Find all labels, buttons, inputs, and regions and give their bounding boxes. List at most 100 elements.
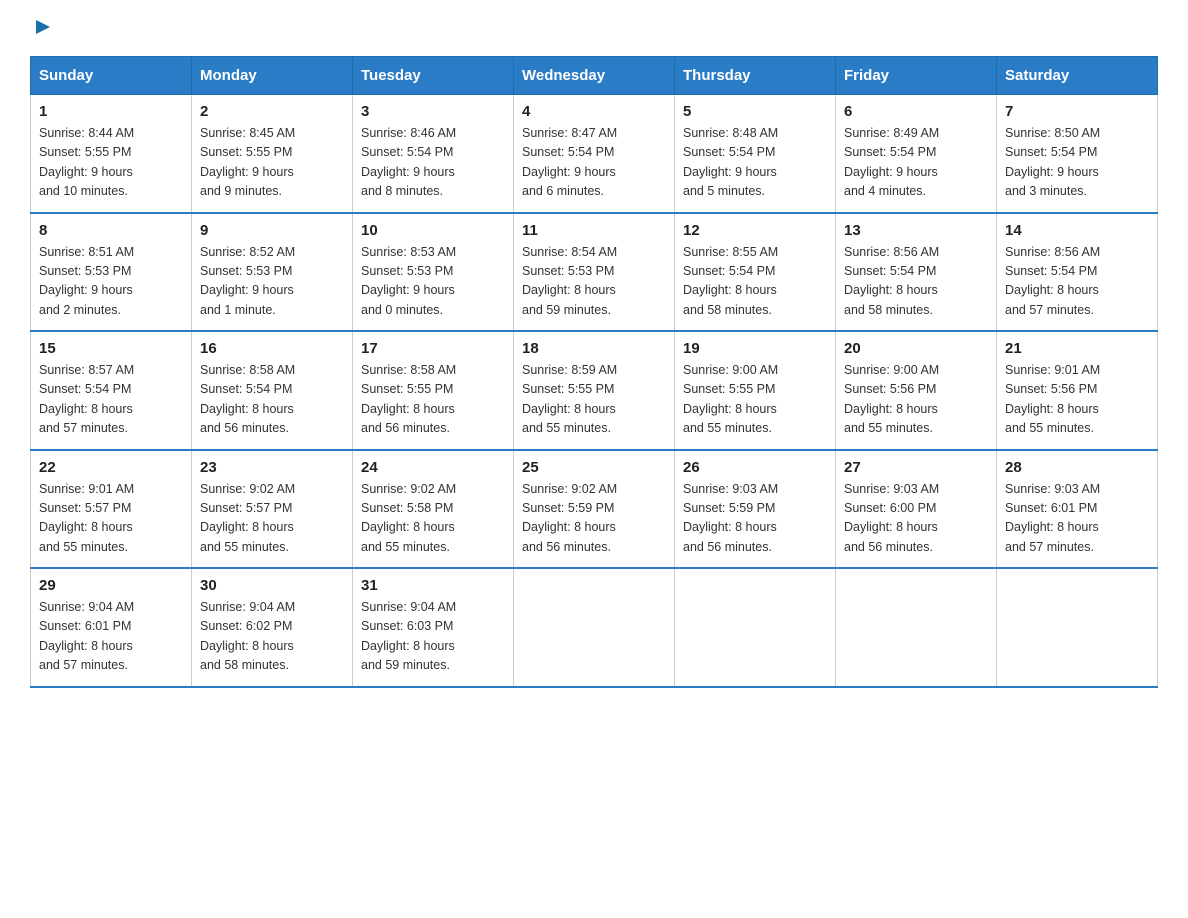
calendar-cell xyxy=(836,568,997,687)
day-info: Sunrise: 8:55 AMSunset: 5:54 PMDaylight:… xyxy=(683,243,827,321)
day-number: 30 xyxy=(200,577,344,594)
calendar-cell: 17 Sunrise: 8:58 AMSunset: 5:55 PMDaylig… xyxy=(353,331,514,450)
day-info: Sunrise: 8:50 AMSunset: 5:54 PMDaylight:… xyxy=(1005,124,1149,202)
logo xyxy=(30,20,54,38)
day-info: Sunrise: 8:58 AMSunset: 5:54 PMDaylight:… xyxy=(200,361,344,439)
day-info: Sunrise: 8:48 AMSunset: 5:54 PMDaylight:… xyxy=(683,124,827,202)
calendar-cell: 2 Sunrise: 8:45 AMSunset: 5:55 PMDayligh… xyxy=(192,95,353,213)
week-row-4: 22 Sunrise: 9:01 AMSunset: 5:57 PMDaylig… xyxy=(31,450,1158,569)
day-info: Sunrise: 9:02 AMSunset: 5:59 PMDaylight:… xyxy=(522,480,666,558)
calendar-cell: 6 Sunrise: 8:49 AMSunset: 5:54 PMDayligh… xyxy=(836,95,997,213)
day-number: 31 xyxy=(361,577,505,594)
calendar-cell: 1 Sunrise: 8:44 AMSunset: 5:55 PMDayligh… xyxy=(31,95,192,213)
calendar-cell: 24 Sunrise: 9:02 AMSunset: 5:58 PMDaylig… xyxy=(353,450,514,569)
day-info: Sunrise: 8:46 AMSunset: 5:54 PMDaylight:… xyxy=(361,124,505,202)
calendar-cell: 28 Sunrise: 9:03 AMSunset: 6:01 PMDaylig… xyxy=(997,450,1158,569)
day-number: 5 xyxy=(683,103,827,120)
calendar-header-row: SundayMondayTuesdayWednesdayThursdayFrid… xyxy=(31,57,1158,95)
calendar-cell: 5 Sunrise: 8:48 AMSunset: 5:54 PMDayligh… xyxy=(675,95,836,213)
day-info: Sunrise: 9:02 AMSunset: 5:57 PMDaylight:… xyxy=(200,480,344,558)
calendar-cell xyxy=(514,568,675,687)
calendar-cell: 8 Sunrise: 8:51 AMSunset: 5:53 PMDayligh… xyxy=(31,213,192,332)
day-info: Sunrise: 9:00 AMSunset: 5:56 PMDaylight:… xyxy=(844,361,988,439)
day-info: Sunrise: 8:53 AMSunset: 5:53 PMDaylight:… xyxy=(361,243,505,321)
day-info: Sunrise: 8:54 AMSunset: 5:53 PMDaylight:… xyxy=(522,243,666,321)
calendar-cell: 31 Sunrise: 9:04 AMSunset: 6:03 PMDaylig… xyxy=(353,568,514,687)
day-info: Sunrise: 9:03 AMSunset: 6:00 PMDaylight:… xyxy=(844,480,988,558)
page-header xyxy=(30,20,1158,38)
column-header-tuesday: Tuesday xyxy=(353,57,514,95)
day-number: 23 xyxy=(200,459,344,476)
day-number: 25 xyxy=(522,459,666,476)
day-info: Sunrise: 9:00 AMSunset: 5:55 PMDaylight:… xyxy=(683,361,827,439)
column-header-thursday: Thursday xyxy=(675,57,836,95)
day-number: 14 xyxy=(1005,222,1149,239)
day-info: Sunrise: 9:01 AMSunset: 5:56 PMDaylight:… xyxy=(1005,361,1149,439)
calendar-cell: 12 Sunrise: 8:55 AMSunset: 5:54 PMDaylig… xyxy=(675,213,836,332)
day-number: 9 xyxy=(200,222,344,239)
day-info: Sunrise: 8:47 AMSunset: 5:54 PMDaylight:… xyxy=(522,124,666,202)
calendar-cell: 9 Sunrise: 8:52 AMSunset: 5:53 PMDayligh… xyxy=(192,213,353,332)
day-info: Sunrise: 9:01 AMSunset: 5:57 PMDaylight:… xyxy=(39,480,183,558)
day-number: 12 xyxy=(683,222,827,239)
column-header-friday: Friday xyxy=(836,57,997,95)
day-number: 4 xyxy=(522,103,666,120)
week-row-5: 29 Sunrise: 9:04 AMSunset: 6:01 PMDaylig… xyxy=(31,568,1158,687)
column-header-saturday: Saturday xyxy=(997,57,1158,95)
day-number: 27 xyxy=(844,459,988,476)
day-number: 11 xyxy=(522,222,666,239)
calendar-cell: 15 Sunrise: 8:57 AMSunset: 5:54 PMDaylig… xyxy=(31,331,192,450)
day-info: Sunrise: 9:02 AMSunset: 5:58 PMDaylight:… xyxy=(361,480,505,558)
day-info: Sunrise: 8:59 AMSunset: 5:55 PMDaylight:… xyxy=(522,361,666,439)
day-info: Sunrise: 8:49 AMSunset: 5:54 PMDaylight:… xyxy=(844,124,988,202)
calendar-cell xyxy=(997,568,1158,687)
logo-arrow-icon xyxy=(32,16,54,38)
calendar-cell: 4 Sunrise: 8:47 AMSunset: 5:54 PMDayligh… xyxy=(514,95,675,213)
calendar-cell: 25 Sunrise: 9:02 AMSunset: 5:59 PMDaylig… xyxy=(514,450,675,569)
day-info: Sunrise: 8:58 AMSunset: 5:55 PMDaylight:… xyxy=(361,361,505,439)
day-number: 13 xyxy=(844,222,988,239)
calendar-cell: 30 Sunrise: 9:04 AMSunset: 6:02 PMDaylig… xyxy=(192,568,353,687)
calendar-cell: 22 Sunrise: 9:01 AMSunset: 5:57 PMDaylig… xyxy=(31,450,192,569)
day-info: Sunrise: 8:45 AMSunset: 5:55 PMDaylight:… xyxy=(200,124,344,202)
day-number: 6 xyxy=(844,103,988,120)
day-info: Sunrise: 9:04 AMSunset: 6:03 PMDaylight:… xyxy=(361,598,505,676)
calendar-cell: 20 Sunrise: 9:00 AMSunset: 5:56 PMDaylig… xyxy=(836,331,997,450)
day-info: Sunrise: 9:03 AMSunset: 5:59 PMDaylight:… xyxy=(683,480,827,558)
week-row-1: 1 Sunrise: 8:44 AMSunset: 5:55 PMDayligh… xyxy=(31,95,1158,213)
calendar-cell: 11 Sunrise: 8:54 AMSunset: 5:53 PMDaylig… xyxy=(514,213,675,332)
calendar-cell: 13 Sunrise: 8:56 AMSunset: 5:54 PMDaylig… xyxy=(836,213,997,332)
day-info: Sunrise: 8:52 AMSunset: 5:53 PMDaylight:… xyxy=(200,243,344,321)
day-info: Sunrise: 8:56 AMSunset: 5:54 PMDaylight:… xyxy=(844,243,988,321)
day-number: 17 xyxy=(361,340,505,357)
week-row-2: 8 Sunrise: 8:51 AMSunset: 5:53 PMDayligh… xyxy=(31,213,1158,332)
day-number: 18 xyxy=(522,340,666,357)
calendar-table: SundayMondayTuesdayWednesdayThursdayFrid… xyxy=(30,56,1158,688)
calendar-cell: 21 Sunrise: 9:01 AMSunset: 5:56 PMDaylig… xyxy=(997,331,1158,450)
day-info: Sunrise: 8:51 AMSunset: 5:53 PMDaylight:… xyxy=(39,243,183,321)
day-number: 21 xyxy=(1005,340,1149,357)
calendar-cell: 7 Sunrise: 8:50 AMSunset: 5:54 PMDayligh… xyxy=(997,95,1158,213)
day-number: 3 xyxy=(361,103,505,120)
calendar-cell: 3 Sunrise: 8:46 AMSunset: 5:54 PMDayligh… xyxy=(353,95,514,213)
day-number: 10 xyxy=(361,222,505,239)
calendar-cell: 10 Sunrise: 8:53 AMSunset: 5:53 PMDaylig… xyxy=(353,213,514,332)
column-header-wednesday: Wednesday xyxy=(514,57,675,95)
calendar-cell xyxy=(675,568,836,687)
calendar-cell: 19 Sunrise: 9:00 AMSunset: 5:55 PMDaylig… xyxy=(675,331,836,450)
day-number: 24 xyxy=(361,459,505,476)
day-number: 7 xyxy=(1005,103,1149,120)
calendar-cell: 26 Sunrise: 9:03 AMSunset: 5:59 PMDaylig… xyxy=(675,450,836,569)
calendar-cell: 18 Sunrise: 8:59 AMSunset: 5:55 PMDaylig… xyxy=(514,331,675,450)
column-header-monday: Monday xyxy=(192,57,353,95)
day-info: Sunrise: 9:04 AMSunset: 6:01 PMDaylight:… xyxy=(39,598,183,676)
calendar-cell: 14 Sunrise: 8:56 AMSunset: 5:54 PMDaylig… xyxy=(997,213,1158,332)
day-number: 28 xyxy=(1005,459,1149,476)
day-number: 20 xyxy=(844,340,988,357)
day-number: 15 xyxy=(39,340,183,357)
day-info: Sunrise: 8:44 AMSunset: 5:55 PMDaylight:… xyxy=(39,124,183,202)
day-info: Sunrise: 8:57 AMSunset: 5:54 PMDaylight:… xyxy=(39,361,183,439)
week-row-3: 15 Sunrise: 8:57 AMSunset: 5:54 PMDaylig… xyxy=(31,331,1158,450)
day-number: 22 xyxy=(39,459,183,476)
day-info: Sunrise: 8:56 AMSunset: 5:54 PMDaylight:… xyxy=(1005,243,1149,321)
